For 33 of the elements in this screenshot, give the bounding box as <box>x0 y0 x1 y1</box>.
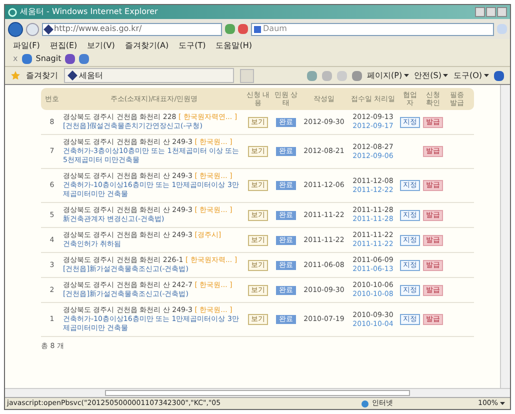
close-button[interactable] <box>497 7 507 17</box>
star-icon <box>11 71 20 80</box>
maximize-button[interactable] <box>486 7 496 17</box>
menu-item[interactable]: 편집(E) <box>50 40 78 52</box>
command-menu[interactable]: 페이지(P) <box>367 70 410 82</box>
browser-tab[interactable]: 세움터 <box>64 68 234 83</box>
menu-item[interactable]: 파일(F) <box>13 40 40 52</box>
menu-item[interactable]: 보기(V) <box>87 40 115 52</box>
command-menu[interactable]: 안전(S) <box>414 70 448 82</box>
menu-item[interactable]: 즐겨찾기(A) <box>124 40 169 52</box>
window-title: 세움터 - Windows Internet Explorer <box>20 6 158 18</box>
minimize-button[interactable] <box>475 7 485 17</box>
command-menu[interactable]: 도구(O) <box>453 70 489 82</box>
vertical-scrollbar[interactable] <box>500 85 510 388</box>
caret-icon <box>404 74 410 77</box>
search-provider-icon <box>254 26 261 32</box>
horizontal-scrollbar[interactable] <box>5 388 510 397</box>
favorites-button[interactable]: 즐겨찾기 <box>26 70 58 82</box>
new-tab-button[interactable] <box>240 68 254 82</box>
caret-icon <box>500 402 505 405</box>
menu-item[interactable]: 도구(T) <box>178 40 206 52</box>
menu-item[interactable]: 도움말(H) <box>216 40 252 52</box>
site-icon <box>44 24 54 34</box>
snagit-button[interactable]: Snagit <box>36 53 62 65</box>
site-icon <box>68 70 78 80</box>
address-field[interactable]: http://www.eais.go.kr/ <box>42 22 222 36</box>
close-toolbar-button[interactable]: x <box>13 53 18 65</box>
search-field[interactable]: Daum <box>251 22 494 36</box>
forward-button[interactable] <box>26 22 39 36</box>
caret-icon <box>484 74 489 77</box>
back-button[interactable] <box>8 22 23 36</box>
browser-icon <box>8 8 17 16</box>
caret-icon <box>443 74 448 77</box>
